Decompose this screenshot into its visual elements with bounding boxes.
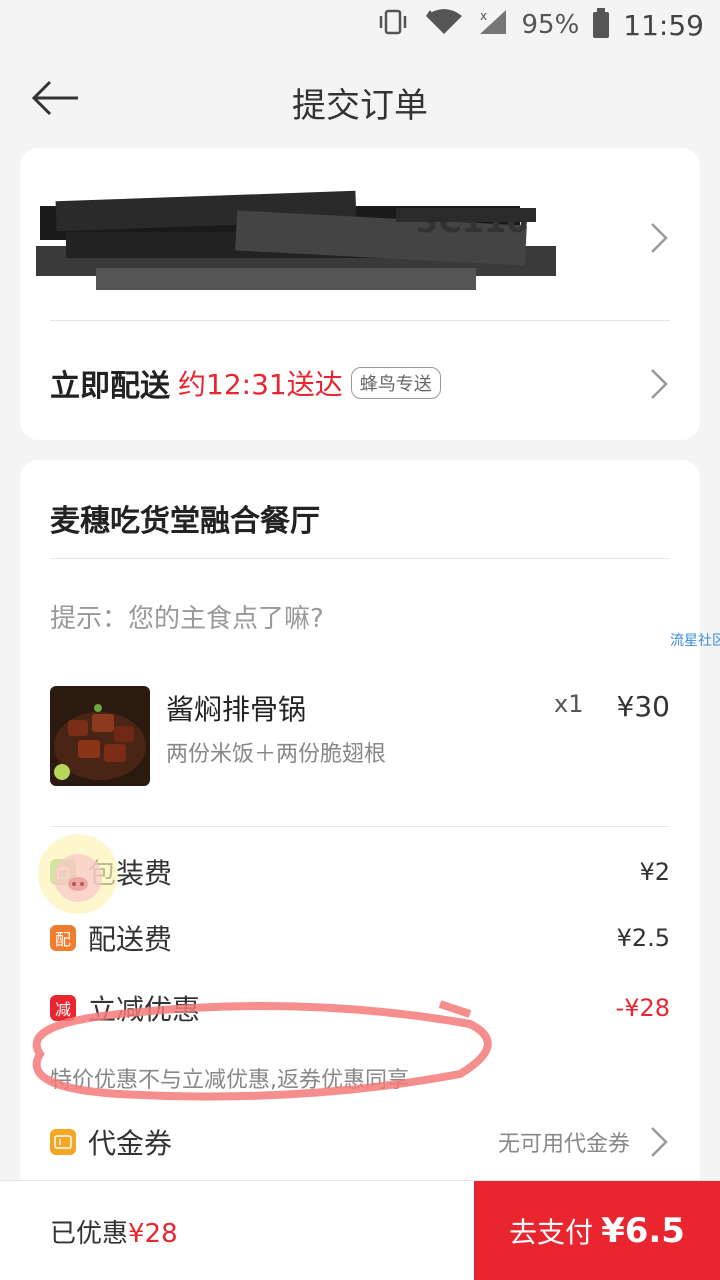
delivery-fee-icon: 配 (50, 925, 76, 951)
item-thumbnail (50, 686, 150, 786)
divider (50, 826, 670, 827)
tip-text: 提示：您的主食点了嘛? (50, 604, 324, 634)
pay-amount: ¥6.5 (601, 1211, 685, 1251)
divider (50, 558, 670, 559)
voucher-row[interactable]: 代金券 无可用代金券 (50, 1122, 670, 1162)
header: 提交订单 (0, 60, 720, 140)
item-price: ¥30 (616, 690, 670, 723)
fee-row-delivery: 配 配送费 ¥2.5 (50, 918, 670, 958)
status-bar: x 95% 11:59 (0, 0, 720, 50)
item-desc: 两份米饭＋两份脆翅根 (166, 742, 387, 767)
voucher-chevron-icon[interactable] (648, 1124, 670, 1160)
item-name: 酱焖排骨锅 (166, 693, 307, 726)
bottom-bar: 已优惠¥28 去支付 ¥6.5 (0, 1180, 720, 1280)
watermark-text: 流星社区 (670, 633, 720, 649)
delivery-badge: 蜂鸟专送 (350, 367, 441, 399)
delivery-row[interactable]: 立即配送 约12:31送达 蜂鸟专送 (50, 358, 670, 408)
divider (50, 320, 670, 321)
wifi-icon (424, 8, 464, 43)
signal-icon: x (478, 8, 508, 43)
fee-row-packaging: 包装费 ¥2 (50, 852, 670, 892)
delivery-chevron-icon[interactable] (648, 366, 670, 402)
vibrate-icon (376, 9, 410, 42)
delivery-label: 立即配送 (50, 369, 170, 404)
svg-text:x: x (480, 9, 487, 23)
saved-summary: 已优惠¥28 (50, 1213, 178, 1250)
address-card: 3C110 立即配送 约12:31送达 蜂鸟专送 (20, 148, 700, 440)
red-circle-annotation (32, 1000, 492, 1101)
redacted-address[interactable]: 3C110 (36, 188, 556, 298)
voucher-label: 代金券 (88, 1127, 173, 1160)
fee-value: -¥28 (615, 994, 670, 1022)
battery-icon (593, 8, 610, 38)
fee-value: ¥2.5 (616, 924, 670, 952)
shop-name: 麦穗吃货堂融合餐厅 (50, 504, 320, 539)
clock-time: 11:59 (623, 8, 704, 42)
address-chevron-icon[interactable] (648, 220, 670, 256)
saved-amount: ¥28 (128, 1219, 178, 1249)
delivery-eta: 约12:31送达 (178, 368, 343, 401)
fee-value: ¥2 (639, 858, 670, 886)
pay-button[interactable]: 去支付 ¥6.5 (474, 1181, 720, 1280)
order-card: 麦穗吃货堂融合餐厅 提示：您的主食点了嘛? 酱焖排骨锅 两份米饭＋两份脆翅根 x… (20, 460, 700, 1220)
voucher-icon (50, 1129, 76, 1155)
item-quantity: x1 (554, 690, 584, 718)
pig-sticker-icon (36, 832, 120, 916)
battery-percent: 95% (521, 10, 580, 40)
pay-label: 去支付 (509, 1216, 594, 1249)
fee-label: 配送费 (88, 923, 173, 956)
saved-label: 已优惠 (50, 1219, 129, 1249)
voucher-value: 无可用代金券 (497, 1132, 630, 1157)
page-title: 提交订单 (292, 86, 428, 126)
